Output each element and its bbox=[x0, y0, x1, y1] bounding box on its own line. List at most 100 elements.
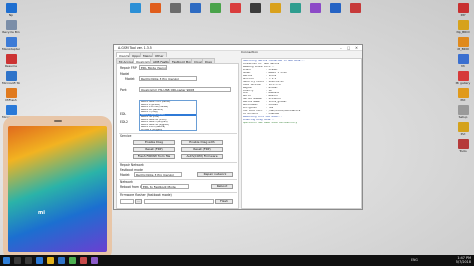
reset-frp-button[interactable]: Reset (FRP) bbox=[133, 147, 175, 152]
app-icon bbox=[149, 3, 161, 13]
app-icon bbox=[5, 88, 17, 98]
desktop-icon-label: Pvt bbox=[460, 133, 466, 136]
dropdown-option[interactable]: Mi Max 2 (oxygen) bbox=[140, 129, 196, 132]
desktop-top-icon-3[interactable] bbox=[186, 3, 204, 13]
desktop-top-icon-4[interactable] bbox=[206, 3, 224, 13]
network-model-select[interactable]: Redmi Note 3 Pro (kenzo) bbox=[134, 172, 182, 177]
app-icon bbox=[5, 20, 17, 30]
auth-firmware-button[interactable]: Auth(COM) Firmware bbox=[181, 154, 223, 159]
explorer-icon[interactable] bbox=[47, 257, 54, 264]
app-icon bbox=[169, 3, 181, 13]
app-icon bbox=[189, 3, 201, 13]
desktop-icon-label: Mi gallery bbox=[455, 82, 471, 85]
app-icon[interactable] bbox=[80, 257, 87, 264]
desktop-right-icon-5[interactable]: Pbt bbox=[454, 88, 472, 102]
app-icon bbox=[269, 3, 281, 13]
desktop-icon-label: Np bbox=[8, 14, 14, 17]
model-select[interactable]: Redmi Note 3 Pro (kenzo) bbox=[139, 76, 197, 81]
flash-firmware-button[interactable]: Flash FIRMW from file bbox=[133, 154, 175, 159]
app-window: A-GSM Tool ver. 1.3.5 – □ ✕ Xiaomi Oppo … bbox=[113, 44, 363, 210]
desktop-right-icon-1[interactable]: Np_BROI bbox=[454, 20, 472, 34]
desktop-icon-label: Setup bbox=[458, 116, 468, 119]
desktop-left-icon-5[interactable]: MiFlash bbox=[2, 88, 20, 102]
enable-diag-button[interactable]: Enable Diag bbox=[133, 140, 175, 145]
desktop-right-icon-7[interactable]: Pvt bbox=[454, 122, 472, 136]
clock[interactable]: 1:47 PM 5/7/2018 bbox=[456, 256, 471, 264]
chrome-icon[interactable] bbox=[69, 257, 76, 264]
app-icon bbox=[457, 122, 469, 132]
log-line: Operation has been done successfully bbox=[243, 122, 298, 125]
desktop-icon-label: dt_BROI bbox=[457, 48, 469, 51]
desktop-top-icon-0[interactable] bbox=[126, 3, 144, 13]
desktop-icon-label: Mi bbox=[461, 65, 465, 68]
tab-other[interactable]: Other bbox=[152, 52, 167, 58]
desktop-top-icon-2[interactable] bbox=[166, 3, 184, 13]
firmware-path-input[interactable] bbox=[120, 199, 134, 204]
edl2-label: EDL2 bbox=[120, 120, 129, 124]
app-icon bbox=[5, 71, 17, 81]
repair-network-button[interactable]: Repair network bbox=[197, 172, 233, 177]
repair-mode-select[interactable]: EDL Mode (Service) bbox=[139, 65, 167, 70]
edge-icon[interactable] bbox=[36, 257, 43, 264]
desktop-icon-label: MiFlash bbox=[5, 99, 17, 102]
network-model-label: Model: bbox=[120, 173, 131, 177]
desktop-top-icon-9[interactable] bbox=[306, 3, 324, 13]
desktop-right-icon-8[interactable]: Tools bbox=[454, 139, 472, 153]
app-icon bbox=[289, 3, 301, 13]
desktop-left-icon-1[interactable]: Recycle Bin bbox=[2, 20, 20, 34]
desktop-icon-label: Pbt bbox=[460, 99, 466, 102]
left-panel: Repair FRP EDL Mode (Service) Model Mode… bbox=[116, 63, 239, 209]
store-icon[interactable] bbox=[58, 257, 65, 264]
app-icon bbox=[249, 3, 261, 13]
task-view-icon[interactable] bbox=[25, 257, 32, 264]
flash-button[interactable]: Flash bbox=[215, 199, 233, 204]
app-icon[interactable] bbox=[91, 257, 98, 264]
desktop-top-icon-5[interactable] bbox=[226, 3, 244, 13]
network-section-label: Network bbox=[120, 180, 133, 184]
repair-network-label: Repair Network bbox=[120, 163, 144, 167]
desktop-right-icon-3[interactable]: Mi bbox=[454, 54, 472, 68]
app-icon bbox=[457, 37, 469, 47]
desktop-top-icon-1[interactable] bbox=[146, 3, 164, 13]
desktop-icon-label: Tools bbox=[459, 150, 467, 153]
enable-diag-with-button[interactable]: Enable Diag with bbox=[181, 140, 223, 145]
connection-label: Connection bbox=[241, 50, 258, 54]
browse-firmware-button[interactable]: ... bbox=[135, 199, 142, 204]
app-icon bbox=[457, 88, 469, 98]
firmware-file-field[interactable] bbox=[144, 199, 214, 204]
firmware-flasher-label: Firmware flasher (fastboot mode) bbox=[120, 193, 172, 197]
desktop-right-icon-2[interactable]: dt_BROI bbox=[454, 37, 472, 51]
port-select[interactable]: Qualcomm HS-USB QDLoader 9008 bbox=[139, 87, 231, 92]
reboot-mode-select[interactable]: EDL to Fastboot Mode bbox=[141, 184, 189, 189]
model-dropdown-list[interactable]: Redmi Note 3 Pro (kenzo) Redmi 4 (prada) R… bbox=[139, 100, 197, 131]
desktop-top-icon-8[interactable] bbox=[286, 3, 304, 13]
desktop-right-icon-0[interactable]: Pdf bbox=[454, 3, 472, 17]
desktop-top-icon-6[interactable] bbox=[246, 3, 264, 13]
start-icon[interactable] bbox=[3, 257, 10, 264]
desktop-right-icon-6[interactable]: Setup bbox=[454, 105, 472, 119]
desktop-top-icon-11[interactable] bbox=[346, 3, 364, 13]
app-icon bbox=[457, 3, 469, 13]
app-icon bbox=[209, 3, 221, 13]
desktop-top-icon-10[interactable] bbox=[326, 3, 344, 13]
reboot-button[interactable]: Reboot bbox=[211, 184, 233, 189]
app-icon bbox=[329, 3, 341, 13]
reset-frp-button-2[interactable]: Reset (FRP) bbox=[181, 147, 223, 152]
model-section-label: Model bbox=[120, 72, 130, 76]
phone-camera bbox=[54, 120, 62, 122]
phone-brand-logo: mi bbox=[38, 210, 45, 216]
desktop-left-icon-3[interactable]: Resume bbox=[2, 54, 20, 68]
app-icon bbox=[457, 105, 469, 115]
desktop-left-icon-0[interactable]: Np bbox=[2, 3, 20, 17]
desktop-left-icon-4[interactable]: Microsoft Store bbox=[2, 71, 20, 85]
desktop-icon-label: Resume bbox=[4, 65, 18, 68]
app-icon bbox=[229, 3, 241, 13]
app-icon bbox=[457, 20, 469, 30]
desktop-top-icon-7[interactable] bbox=[266, 3, 284, 13]
app-icon bbox=[457, 71, 469, 81]
app-icon bbox=[309, 3, 321, 13]
desktop-right-icon-4[interactable]: Mi gallery bbox=[454, 71, 472, 85]
search-icon[interactable] bbox=[14, 257, 21, 264]
tray-language[interactable]: ENG bbox=[411, 258, 418, 262]
desktop-left-icon-2[interactable]: MiuiAdapter bbox=[2, 37, 20, 51]
